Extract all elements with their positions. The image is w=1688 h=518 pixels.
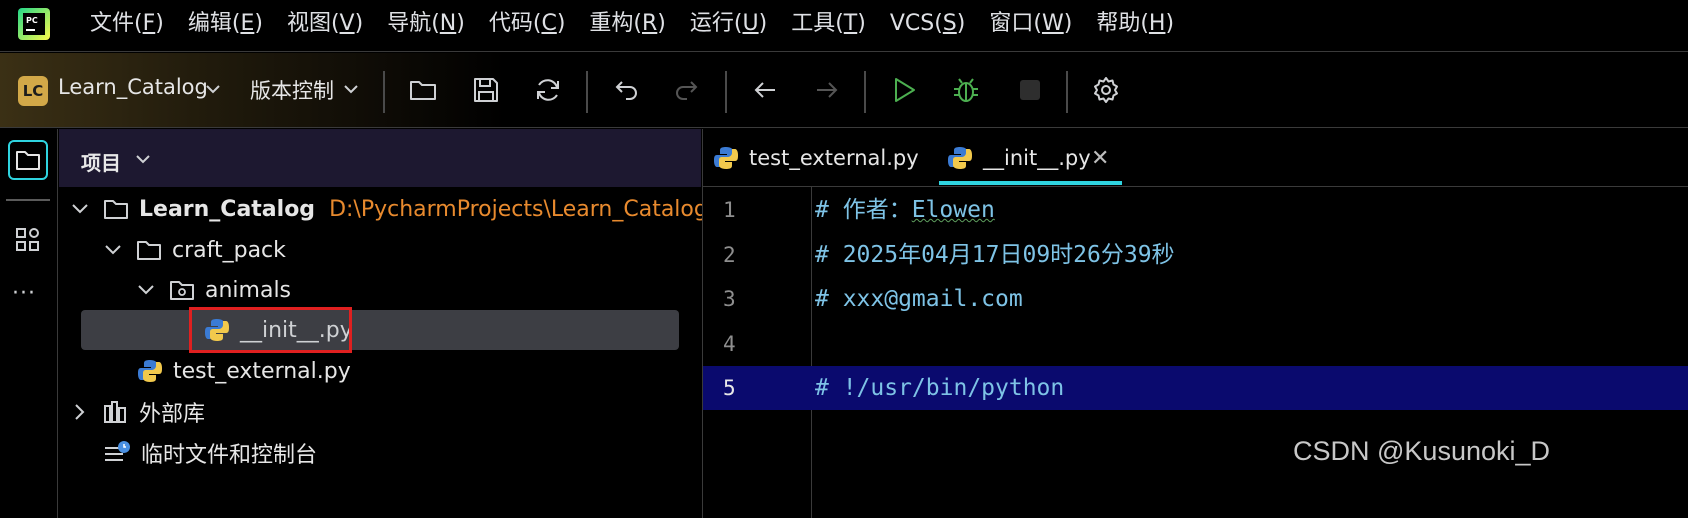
line-number: 3 [723, 287, 736, 311]
project-panel-header: 项目 [59, 129, 701, 187]
chevron-down-icon[interactable] [104, 244, 122, 256]
panel-title[interactable]: 项目 [81, 147, 121, 176]
code-line[interactable]: 1 # 作者：Elowen [703, 188, 1688, 232]
toolbar-separator [1066, 71, 1068, 113]
menu-bar: PC 文件(F) 编辑(E) 视图(V) 导航(N) 代码(C) 重构(R) 运… [0, 0, 1688, 52]
project-path: D:\PycharmProjects\Learn_Catalog [329, 196, 708, 222]
tree-item-file[interactable]: test_external.py [137, 351, 351, 391]
tree-item-package[interactable]: animals [137, 270, 291, 310]
code-line[interactable]: 3 # xxx@gmail.com [703, 277, 1688, 321]
menu-refactor[interactable]: 重构(R) [577, 0, 677, 52]
python-file-icon [713, 145, 739, 171]
code-line[interactable]: 4 [703, 322, 1688, 366]
project-tool-button[interactable] [8, 140, 48, 180]
project-panel: 项目 Learn_Catalog D:\PycharmProjects\Lear… [59, 129, 708, 518]
library-icon [103, 400, 129, 424]
python-file-icon [947, 145, 973, 171]
code-text: # xxx@gmail.com [815, 286, 1023, 312]
tree-item-label: Learn_Catalog [139, 196, 316, 222]
settings-gear-icon[interactable] [1091, 75, 1121, 105]
chevron-right-icon[interactable] [71, 403, 89, 421]
tree-item-label: 外部库 [139, 402, 206, 427]
line-number: 1 [723, 198, 736, 222]
menu-run[interactable]: 运行(U) [678, 0, 779, 52]
code-text: # 作者：Elowen [815, 197, 995, 223]
chevron-down-icon[interactable] [343, 83, 359, 95]
menu-view[interactable]: 视图(V) [275, 0, 375, 52]
tree-item-external-libraries[interactable]: 外部库 [71, 392, 205, 432]
tab-init-py[interactable]: __init__.py [947, 129, 1091, 187]
redo-icon[interactable] [673, 75, 703, 105]
menu-navigate[interactable]: 导航(N) [375, 0, 477, 52]
toolbar-separator [383, 71, 385, 113]
menu-code[interactable]: 代码(C) [477, 0, 578, 52]
tree-item-root[interactable]: Learn_Catalog D:\PycharmProjects\Learn_C… [71, 189, 708, 229]
scratches-icon [103, 440, 131, 466]
stop-icon[interactable] [1015, 75, 1045, 105]
tree-item-scratches[interactable]: 临时文件和控制台 [103, 433, 317, 473]
folder-icon [136, 239, 162, 261]
activity-bar: ··· [0, 129, 58, 518]
chevron-down-icon[interactable] [205, 83, 221, 95]
back-arrow-icon[interactable] [750, 75, 780, 105]
chevron-down-icon[interactable] [137, 284, 155, 296]
line-number: 5 [723, 376, 736, 400]
tree-item-label: animals [205, 277, 292, 303]
menu-file[interactable]: 文件(F) [78, 0, 176, 52]
code-text: # 2025年04月17日09时26分39秒 [815, 242, 1175, 268]
svg-text:PC: PC [26, 16, 38, 25]
editor-area: test_external.py __init__.py ✕ 1 # 作者：El… [702, 129, 1688, 518]
line-number: 4 [723, 332, 736, 356]
tab-label: test_external.py [749, 146, 919, 170]
tree-item-folder[interactable]: craft_pack [104, 230, 286, 270]
tree-item-label: 临时文件和控制台 [141, 443, 318, 468]
package-folder-icon [169, 279, 195, 301]
code-text: # !/usr/bin/python [815, 375, 1065, 401]
menu-edit[interactable]: 编辑(E) [176, 0, 275, 52]
toolbar-separator [586, 71, 588, 113]
close-icon[interactable]: ✕ [1091, 146, 1109, 171]
python-file-icon [137, 358, 163, 384]
open-folder-icon[interactable] [408, 75, 438, 105]
toolbar-separator [725, 71, 727, 113]
pycharm-logo-icon[interactable]: PC [18, 8, 50, 40]
line-number: 2 [723, 243, 736, 267]
tree-item-label: test_external.py [173, 358, 351, 384]
menu-help[interactable]: 帮助(H) [1084, 0, 1186, 52]
chevron-down-icon[interactable] [71, 203, 89, 215]
code-line[interactable]: 2 # 2025年04月17日09时26分39秒 [703, 233, 1688, 277]
folder-icon [103, 198, 129, 220]
menu-window[interactable]: 窗口(W) [977, 0, 1084, 52]
chevron-down-icon[interactable] [135, 153, 151, 165]
active-tab-indicator [939, 181, 1122, 185]
menu-vcs[interactable]: VCS(S) [878, 0, 978, 52]
save-icon[interactable] [471, 75, 501, 105]
selected-row-highlight [81, 310, 679, 350]
more-tools-icon[interactable]: ··· [12, 281, 36, 306]
tab-label: __init__.py [983, 146, 1091, 170]
vcs-selector[interactable]: 版本控制 [250, 75, 334, 105]
activity-divider [6, 199, 50, 201]
watermark: CSDN @Kusunoki_D [1293, 436, 1551, 466]
sync-icon[interactable] [533, 75, 563, 105]
tab-test-external[interactable]: test_external.py [713, 129, 919, 187]
forward-arrow-icon[interactable] [812, 75, 842, 105]
menu-tools[interactable]: 工具(T) [779, 0, 878, 52]
project-selector[interactable]: Learn_Catalog [58, 75, 208, 99]
toolbar-separator [864, 71, 866, 113]
annotation-highlight-box [189, 307, 352, 353]
main-toolbar: LC Learn_Catalog 版本控制 [0, 53, 1688, 128]
folder-icon [16, 151, 40, 170]
undo-icon[interactable] [610, 75, 640, 105]
structure-icon[interactable] [15, 227, 41, 253]
code-line-current[interactable]: 5 # !/usr/bin/python [703, 366, 1688, 410]
run-icon[interactable] [889, 75, 919, 105]
debug-icon[interactable] [951, 75, 981, 105]
editor-tabs: test_external.py __init__.py ✕ [703, 129, 1688, 187]
project-badge[interactable]: LC [18, 76, 48, 106]
tree-item-label: craft_pack [172, 237, 286, 263]
menu-items: 文件(F) 编辑(E) 视图(V) 导航(N) 代码(C) 重构(R) 运行(U… [78, 0, 1186, 52]
